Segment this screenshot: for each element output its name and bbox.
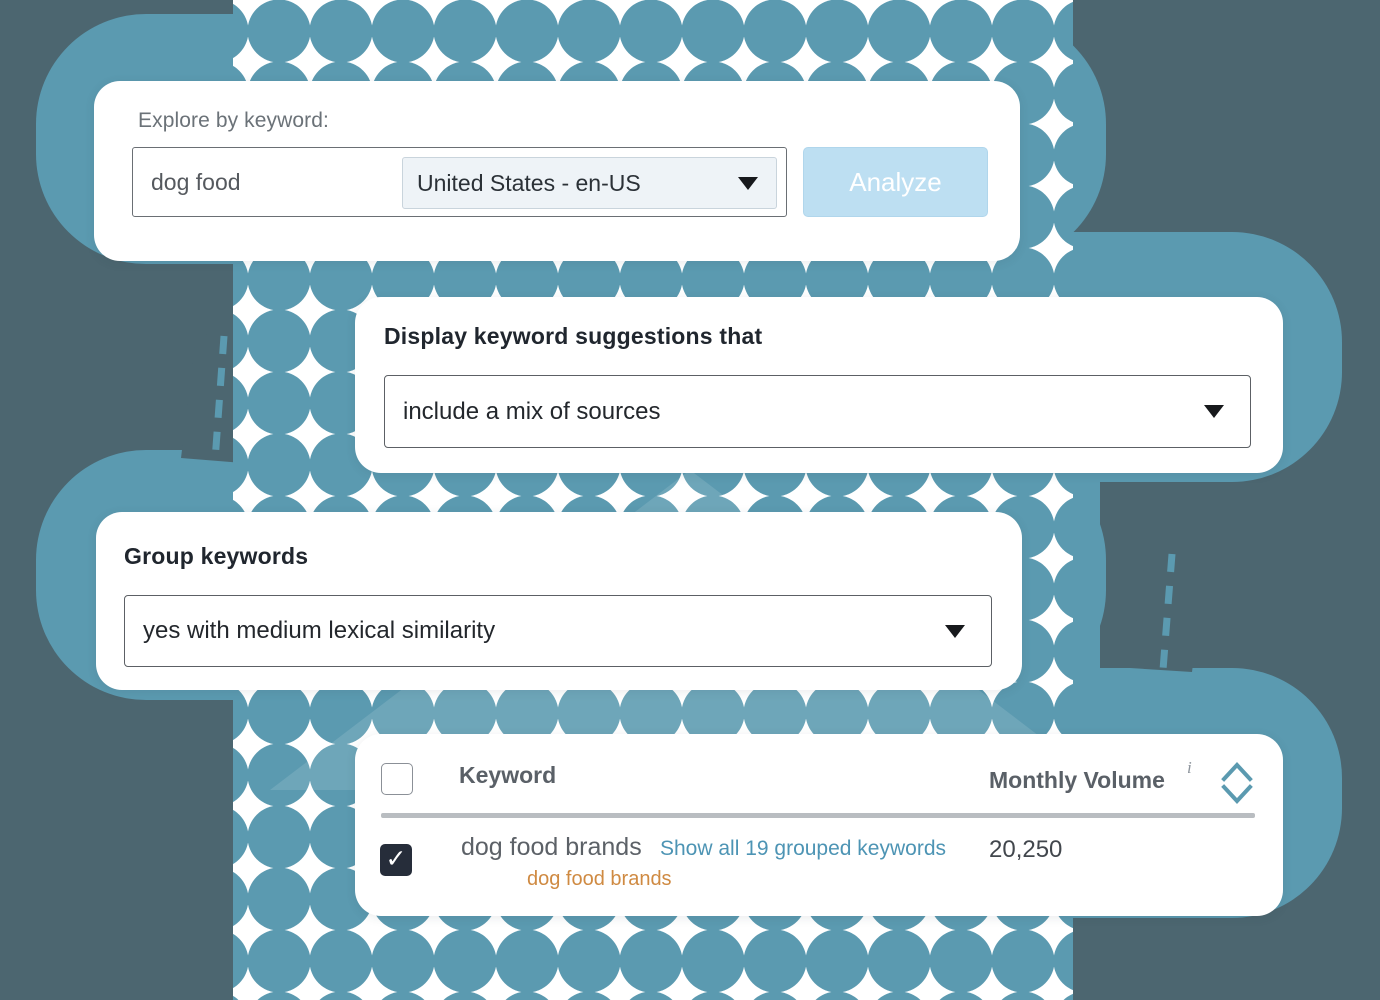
search-row: United States - en-US Analyze [132,147,988,217]
sources-select[interactable]: include a mix of sources [384,375,1251,448]
row-checkbox[interactable]: ✓ [380,844,412,876]
explore-by-keyword-label: Explore by keyword: [138,109,329,132]
locale-select[interactable]: United States - en-US [402,157,777,209]
display-suggestions-title: Display keyword suggestions that [384,323,763,349]
header-divider [381,813,1255,818]
locale-select-value: United States - en-US [417,169,641,196]
grouping-select[interactable]: yes with medium lexical similarity [124,595,992,667]
sort-toggle-icon[interactable] [1221,759,1253,814]
display-suggestions-card: Display keyword suggestions that include… [355,297,1283,473]
check-icon: ✓ [385,844,407,873]
sources-select-value: include a mix of sources [403,397,661,425]
column-header-monthly-volume: Monthly Volume [989,767,1165,793]
search-card: Explore by keyword: United States - en-U… [94,81,1020,261]
show-grouped-keywords-link[interactable]: Show all 19 grouped keywords [660,837,946,861]
column-header-keyword: Keyword [459,762,557,788]
grouping-select-value: yes with medium lexical similarity [143,617,496,644]
chevron-down-icon [945,624,965,638]
results-table-card: Keyword Monthly Volume i ✓ dog food bran… [355,734,1283,916]
row-monthly-volume: 20,250 [989,836,1063,863]
row-sub-keyword: dog food brands [527,868,672,890]
select-all-checkbox[interactable] [381,763,413,795]
info-icon[interactable]: i [1187,758,1192,778]
group-keywords-title: Group keywords [124,543,309,569]
analyze-button[interactable]: Analyze [803,147,988,217]
row-keyword: dog food brands [461,833,642,861]
keyword-search-box[interactable]: United States - en-US [132,147,787,217]
chevron-down-icon [738,176,758,190]
keyword-input[interactable] [133,147,403,217]
chevron-down-icon [1204,405,1224,418]
group-keywords-card: Group keywords yes with medium lexical s… [96,512,1022,690]
